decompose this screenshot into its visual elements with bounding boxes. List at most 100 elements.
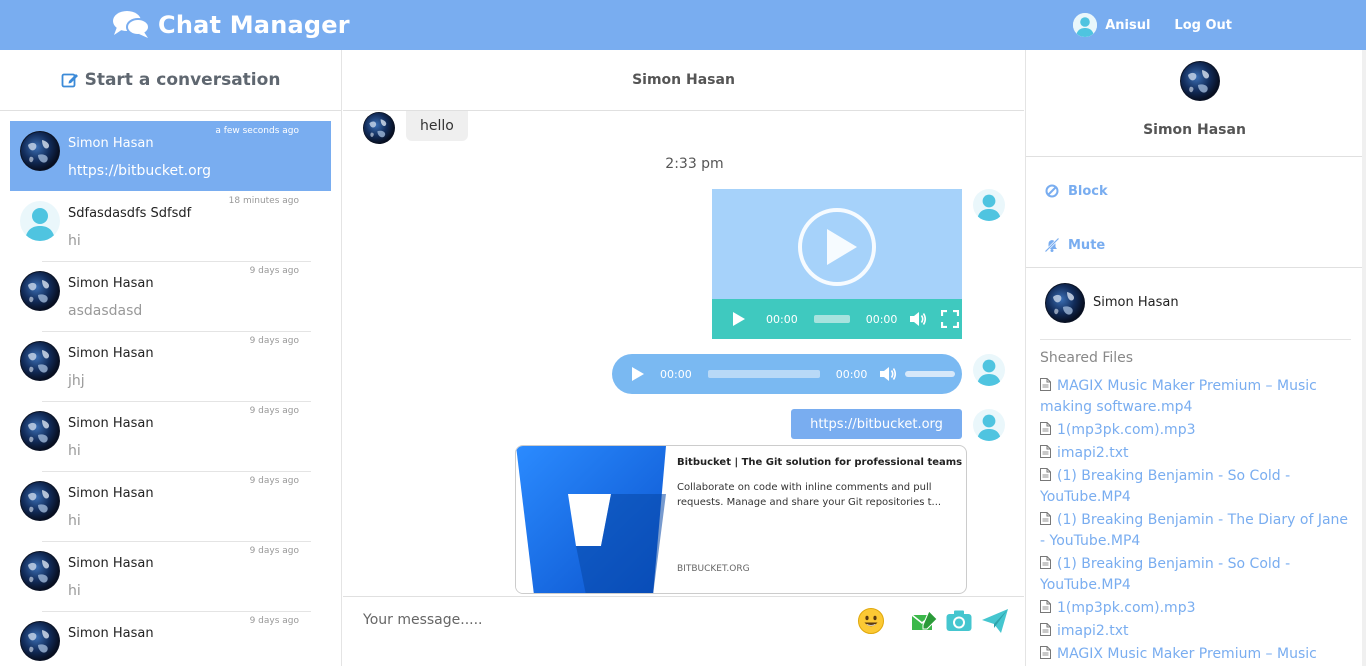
play-icon[interactable] <box>732 311 746 327</box>
conversation-item[interactable]: Simon Hasan hi 9 days ago <box>10 541 331 611</box>
block-label: Block <box>1068 183 1108 199</box>
send-icon[interactable] <box>981 607 1009 635</box>
conversation-last-message: hi <box>68 443 81 459</box>
shared-file-link[interactable]: (1) Breaking Benjamin - The Diary of Jan… <box>1040 510 1356 552</box>
link-preview-card[interactable]: Bitbucket | The Git solution for profess… <box>515 445 967 594</box>
message-area[interactable]: hello 2:33 pm 00:00 00:00 00:00 00:00 ht… <box>343 111 1024 596</box>
conversation-last-message: jhj <box>68 373 85 389</box>
camera-icon[interactable] <box>945 607 973 635</box>
fullscreen-icon[interactable] <box>941 310 960 328</box>
file-icon <box>1040 556 1051 569</box>
divider <box>42 611 311 612</box>
conversation-item[interactable]: Simon Hasan 9 days ago <box>10 611 331 666</box>
earth-avatar <box>20 341 60 381</box>
user-area: Anisul Log Out <box>1073 13 1232 37</box>
conversation-item[interactable]: Simon Hasan hi 9 days ago <box>10 401 331 471</box>
mute-bell-icon <box>1044 237 1060 253</box>
edit-icon <box>61 73 78 88</box>
file-icon <box>1040 468 1051 481</box>
file-icon <box>1040 600 1051 613</box>
play-icon[interactable] <box>631 366 645 382</box>
attach-file-icon[interactable] <box>911 607 939 635</box>
contact-row[interactable]: Simon Hasan <box>1026 268 1366 340</box>
conversation-time: 9 days ago <box>249 476 299 486</box>
conversation-name: Sdfasdasdfs Sdfsdf <box>68 206 192 221</box>
conversation-name: Simon Hasan <box>68 556 154 571</box>
conversation-name: Simon Hasan <box>68 346 154 361</box>
link-message[interactable]: https://bitbucket.org <box>791 409 962 439</box>
conversation-item[interactable]: Simon Hasan jhj 9 days ago <box>10 331 331 401</box>
conversation-item[interactable]: Simon Hasan https://bitbucket.org a few … <box>10 121 331 191</box>
audio-message[interactable]: 00:00 00:00 <box>612 354 962 394</box>
start-conversation-button[interactable]: Start a conversation <box>0 50 341 111</box>
start-conversation-label: Start a conversation <box>84 70 281 90</box>
divider <box>1040 339 1351 340</box>
conversation-item[interactable]: Simon Hasan hi 9 days ago <box>10 471 331 541</box>
earth-avatar <box>20 621 60 661</box>
divider <box>42 261 311 262</box>
shared-file-link[interactable]: imapi2.txt <box>1040 443 1356 464</box>
chat-title: Simon Hasan <box>343 50 1024 111</box>
details-scrollbar[interactable] <box>1362 50 1366 666</box>
brand-title: Chat Manager <box>158 11 350 39</box>
conversation-name: Simon Hasan <box>68 136 154 151</box>
bitbucket-logo <box>516 446 666 593</box>
earth-avatar <box>20 551 60 591</box>
shared-file-link[interactable]: MAGIX Music Maker Premium – Music making… <box>1040 376 1356 418</box>
divider <box>42 541 311 542</box>
emoji-icon[interactable] <box>857 607 885 635</box>
details-panel: Simon Hasan Block Mute Simon Hasan Shear… <box>1025 50 1366 666</box>
file-icon <box>1040 445 1051 458</box>
volume-icon[interactable] <box>909 311 927 327</box>
shared-file-link[interactable]: MAGIX Music Maker Premium – Music making… <box>1040 644 1356 666</box>
conversation-name: Simon Hasan <box>68 626 154 641</box>
current-user-name[interactable]: Anisul <box>1105 18 1150 33</box>
conversation-name: Simon Hasan <box>68 416 154 431</box>
shared-file-link[interactable]: (1) Breaking Benjamin - So Cold - YouTub… <box>1040 466 1356 508</box>
conversation-last-message: asdasdasd <box>68 303 143 319</box>
current-user-avatar[interactable] <box>1073 13 1098 37</box>
shared-file-name: MAGIX Music Maker Premium – Music making… <box>1040 378 1317 415</box>
shared-file-link[interactable]: 1(mp3pk.com).mp3 <box>1040 598 1356 619</box>
message-input[interactable] <box>363 605 843 635</box>
volume-icon[interactable] <box>879 366 897 382</box>
shared-file-name: 1(mp3pk.com).mp3 <box>1057 422 1196 438</box>
shared-file-name: (1) Breaking Benjamin - So Cold - YouTub… <box>1040 556 1291 593</box>
conversation-last-message: hi <box>68 583 81 599</box>
audio-progress-bar[interactable] <box>707 370 820 378</box>
logout-link[interactable]: Log Out <box>1174 18 1232 33</box>
preview-title: Bitbucket | The Git solution for profess… <box>677 457 963 468</box>
audio-duration: 00:00 <box>835 367 868 381</box>
conversation-time: 9 days ago <box>249 406 299 416</box>
block-button[interactable]: Block <box>1044 183 1108 199</box>
shared-file-link[interactable]: (1) Breaking Benjamin - So Cold - YouTub… <box>1040 554 1356 596</box>
shared-file-name: MAGIX Music Maker Premium – Music making… <box>1057 646 1317 662</box>
audio-volume-slider[interactable] <box>905 371 956 377</box>
file-icon <box>1040 378 1051 391</box>
contact-actions: Block Mute <box>1026 157 1366 268</box>
conversation-item[interactable]: Simon Hasan asdasdasd 9 days ago <box>10 261 331 331</box>
shared-file-link[interactable]: 1(mp3pk.com).mp3 <box>1040 420 1356 441</box>
conversation-sidebar: Start a conversation Simon Hasan https:/… <box>0 50 342 666</box>
play-overlay-icon[interactable] <box>797 207 877 287</box>
time-separator: 2:33 pm <box>665 156 724 172</box>
default-user-avatar <box>20 201 60 241</box>
brand[interactable]: Chat Manager <box>112 8 350 42</box>
block-icon <box>1045 184 1059 198</box>
profile-name: Simon Hasan <box>1143 122 1246 138</box>
divider <box>42 471 311 472</box>
shared-file-link[interactable]: imapi2.txt <box>1040 621 1356 642</box>
conversation-time: 9 days ago <box>249 266 299 276</box>
earth-avatar <box>20 481 60 521</box>
chat-panel: Simon Hasan hello 2:33 pm 00:00 00:00 00… <box>343 50 1024 666</box>
conversation-time: 9 days ago <box>249 546 299 556</box>
file-icon <box>1040 646 1051 659</box>
earth-avatar <box>1180 61 1220 101</box>
earth-avatar <box>363 112 395 144</box>
video-message[interactable]: 00:00 00:00 <box>712 189 962 339</box>
video-progress-bar[interactable] <box>813 315 850 323</box>
shared-file-name: imapi2.txt <box>1057 445 1129 461</box>
conversation-item[interactable]: Sdfasdasdfs Sdfsdf hi 18 minutes ago <box>10 191 331 261</box>
mute-button[interactable]: Mute <box>1044 237 1105 253</box>
divider <box>42 331 311 332</box>
